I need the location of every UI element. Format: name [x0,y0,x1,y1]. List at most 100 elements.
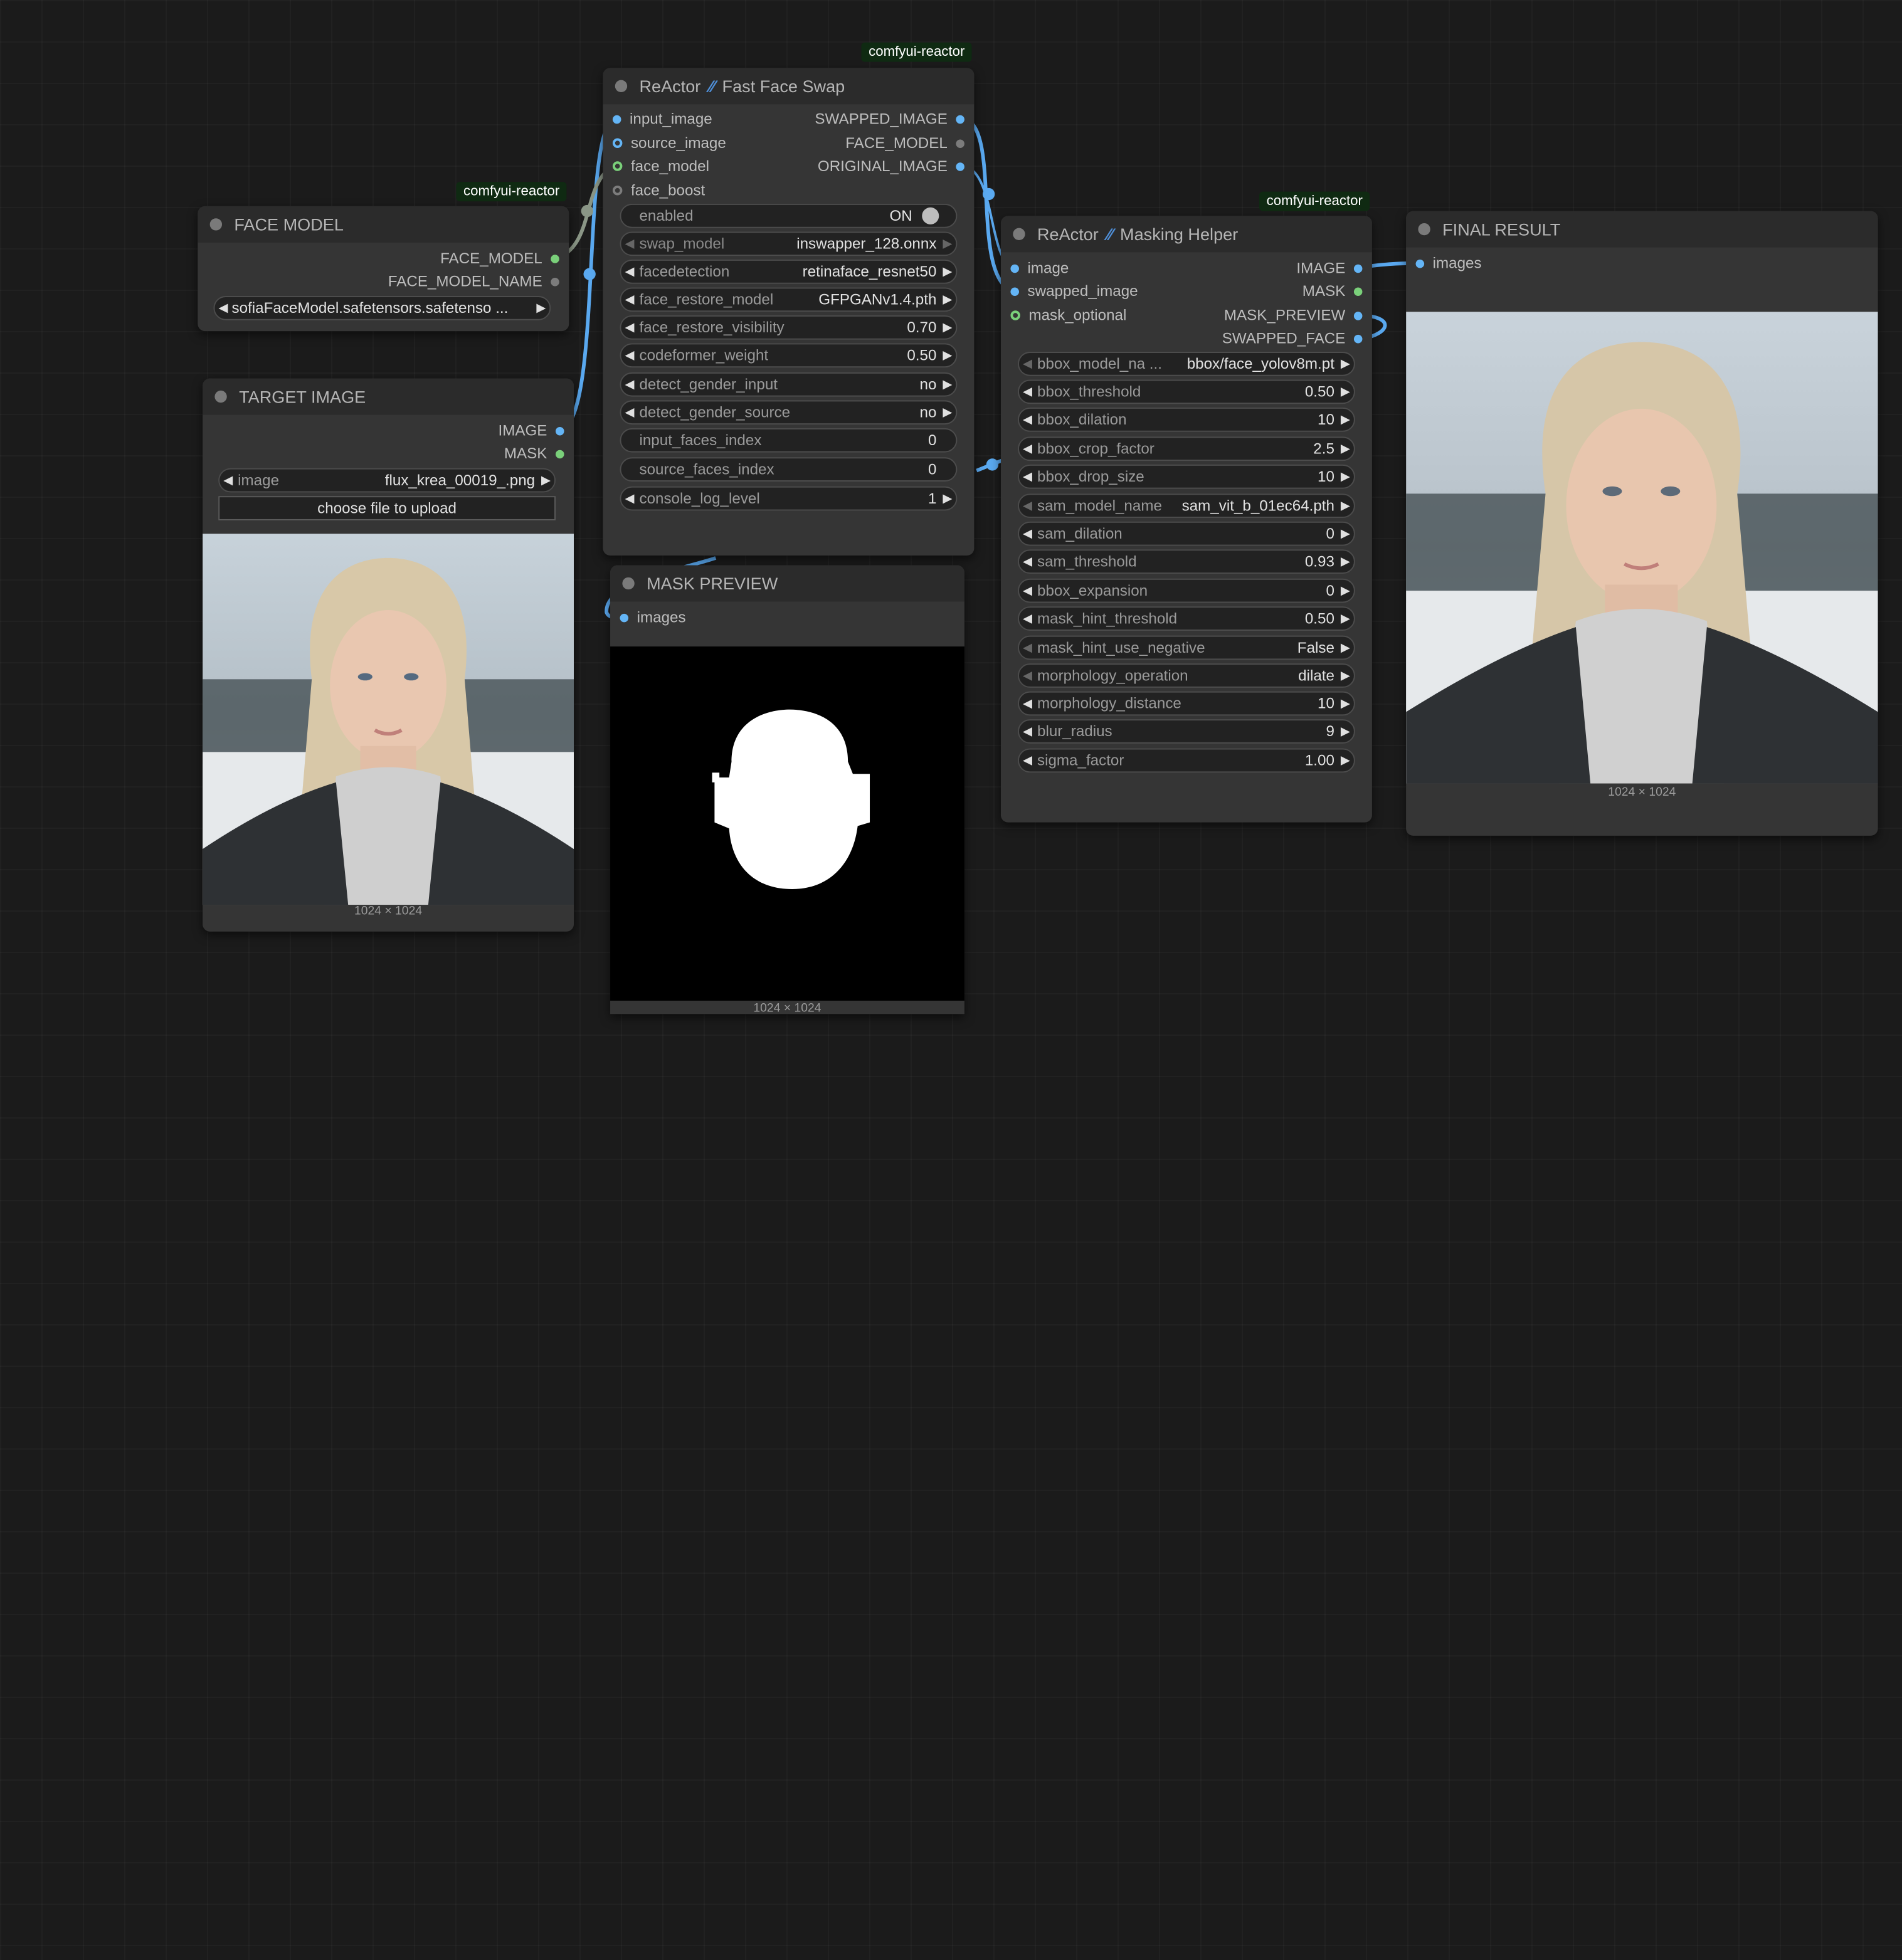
arrow-left-icon[interactable]: ◀ [621,321,638,334]
input-input-image[interactable]: input_image [612,109,712,129]
output-face-model[interactable]: FACE_MODEL [845,134,964,153]
output-face-model-name[interactable]: FACE_MODEL_NAME [388,271,559,291]
widget-swap-model[interactable]: ◀ swap_model inswapper_128.onnx ▶ [620,231,958,256]
node-title-bar[interactable]: ReActor ⁄⁄ Fast Face Swap [603,68,975,105]
arrow-right-icon[interactable]: ▶ [1337,584,1354,597]
arrow-right-icon[interactable]: ▶ [1337,527,1354,540]
arrow-right-icon[interactable]: ▶ [1337,641,1354,654]
arrow-right-icon[interactable]: ▶ [1337,470,1354,483]
arrow-left-icon[interactable]: ◀ [1019,612,1036,625]
input-source-image[interactable]: source_image [612,134,726,153]
output-swapped-face[interactable]: SWAPPED_FACE [1222,329,1363,348]
arrow-right-icon[interactable]: ▶ [939,321,956,334]
output-face-model[interactable]: FACE_MODEL [440,249,559,268]
widget-bbox-model-name[interactable]: ◀ bbox_model_na ... bbox/face_yolov8m.pt… [1018,352,1355,376]
slot-dot[interactable] [1353,311,1363,320]
arrow-right-icon[interactable]: ▶ [1337,385,1354,398]
arrow-right-icon[interactable]: ▶ [939,406,956,419]
slot-dot[interactable] [551,277,559,286]
slot-dot[interactable] [551,254,559,263]
face-model-select[interactable]: ◀ sofiaFaceModel.safetensors.safetenso .… [213,296,551,320]
widget-enabled-toggle[interactable]: enabled ON [620,203,958,228]
output-swapped-image[interactable]: SWAPPED_IMAGE [815,109,964,129]
widget-face-restore-model[interactable]: ◀ face_restore_model GFPGANv1.4.pth ▶ [620,287,958,312]
arrow-left-icon[interactable]: ◀ [621,349,638,362]
image-select[interactable]: ◀ image flux_krea_00019_.png ▶ [218,468,556,493]
node-title-bar[interactable]: TARGET IMAGE [203,378,574,415]
widget-sigma-factor[interactable]: ◀ sigma_factor 1.00 ▶ [1018,748,1355,773]
arrow-left-icon[interactable]: ◀ [1019,357,1036,371]
widget-bbox-drop-size[interactable]: ◀ bbox_drop_size 10 ▶ [1018,464,1355,489]
input-images[interactable]: images [1415,253,1482,273]
widget-bbox-threshold[interactable]: ◀ bbox_threshold 0.50 ▶ [1018,379,1355,404]
slot-dot[interactable] [556,426,564,435]
toggle-knob[interactable] [922,207,939,224]
collapse-dot[interactable] [1013,228,1025,241]
input-face-boost[interactable]: face_boost [612,181,705,200]
widget-sam-threshold[interactable]: ◀ sam_threshold 0.93 ▶ [1018,549,1355,574]
arrow-right-icon[interactable]: ▶ [1337,725,1354,738]
arrow-left-icon[interactable]: ◀ [621,406,638,419]
arrow-right-icon[interactable]: ▶ [939,349,956,362]
slot-dot[interactable] [1415,259,1425,268]
widget-face-restore-visibility[interactable]: ◀ face_restore_visibility 0.70 ▶ [620,315,958,340]
node-title-bar[interactable]: ReActor ⁄⁄ Masking Helper [1000,216,1372,253]
slot-dot[interactable] [1010,263,1019,273]
arrow-right-icon[interactable]: ▶ [939,237,956,250]
node-face-model[interactable]: FACE MODEL FACE_MODEL FACE_MODEL_NAME ◀ … [198,206,569,332]
arrow-right-icon[interactable]: ▶ [1337,754,1354,767]
widget-sam-dilation[interactable]: ◀ sam_dilation 0 ▶ [1018,521,1355,546]
arrow-left-icon[interactable]: ◀ [1019,584,1036,597]
upload-button[interactable]: choose file to upload [218,496,556,520]
arrow-right-icon[interactable]: ▶ [939,378,956,391]
input-image[interactable]: image [1010,258,1069,278]
arrow-left-icon[interactable]: ◀ [219,473,236,487]
widget-detect-gender-source[interactable]: ◀ detect_gender_source no ▶ [620,400,958,425]
arrow-right-icon[interactable]: ▶ [532,302,549,315]
arrow-left-icon[interactable]: ◀ [621,265,638,278]
arrow-right-icon[interactable]: ▶ [1337,442,1354,455]
slot-dot[interactable] [1353,334,1363,343]
output-original-image[interactable]: ORIGINAL_IMAGE [818,157,964,176]
arrow-right-icon[interactable]: ▶ [1337,499,1354,512]
arrow-left-icon[interactable]: ◀ [1019,641,1036,654]
collapse-dot[interactable] [615,80,628,93]
widget-codeformer-weight[interactable]: ◀ codeformer_weight 0.50 ▶ [620,343,958,368]
output-mask[interactable]: MASK [1302,282,1363,301]
arrow-left-icon[interactable]: ◀ [1019,385,1036,398]
arrow-right-icon[interactable]: ▶ [1337,357,1354,371]
arrow-left-icon[interactable]: ◀ [1019,413,1036,426]
arrow-right-icon[interactable]: ▶ [1337,669,1354,682]
arrow-left-icon[interactable]: ◀ [621,237,638,250]
node-target-image[interactable]: TARGET IMAGE IMAGE MASK ◀ image flux_kre… [203,378,574,932]
output-mask-preview[interactable]: MASK_PREVIEW [1224,305,1363,325]
widget-source-faces-index[interactable]: source_faces_index 0 [620,457,958,482]
widget-console-log-level[interactable]: ◀ console_log_level 1 ▶ [620,486,958,511]
collapse-dot[interactable] [209,218,223,231]
output-image[interactable]: IMAGE [1296,258,1363,278]
arrow-right-icon[interactable]: ▶ [1337,697,1354,710]
widget-sam-model-name[interactable]: ◀ sam_model_name sam_vit_b_01ec64.pth ▶ [1018,493,1355,519]
slot-dot[interactable] [612,138,623,149]
widget-morphology-distance[interactable]: ◀ morphology_distance 10 ▶ [1018,691,1355,716]
arrow-left-icon[interactable]: ◀ [621,293,638,306]
arrow-right-icon[interactable]: ▶ [1337,612,1354,625]
widget-input-faces-index[interactable]: input_faces_index 0 [620,428,958,453]
widget-facedetection[interactable]: ◀ facedetection retinaface_resnet50 ▶ [620,259,958,284]
node-title-bar[interactable]: MASK PREVIEW [610,565,964,602]
slot-dot[interactable] [612,185,623,196]
slot-dot[interactable] [1353,287,1363,296]
arrow-left-icon[interactable]: ◀ [1019,527,1036,540]
collapse-dot[interactable] [1418,223,1430,236]
graph-canvas[interactable]: comfyui-reactor comfyui-reactor comfyui-… [0,0,1902,1960]
node-title-bar[interactable]: FINAL RESULT [1406,211,1878,248]
node-mask-preview[interactable]: MASK PREVIEW images 1024 × 1024 [610,565,964,1015]
widget-mask-hint-use-negative[interactable]: ◀ mask_hint_use_negative False ▶ [1018,635,1355,660]
widget-bbox-expansion[interactable]: ◀ bbox_expansion 0 ▶ [1018,578,1355,603]
slot-dot[interactable] [1010,310,1020,320]
node-masking-helper[interactable]: ReActor ⁄⁄ Masking Helper image swapped_… [1000,216,1372,823]
arrow-left-icon[interactable]: ◀ [1019,754,1036,767]
input-images[interactable]: images [620,608,686,627]
collapse-dot[interactable] [622,577,635,590]
slot-dot[interactable] [612,161,623,171]
